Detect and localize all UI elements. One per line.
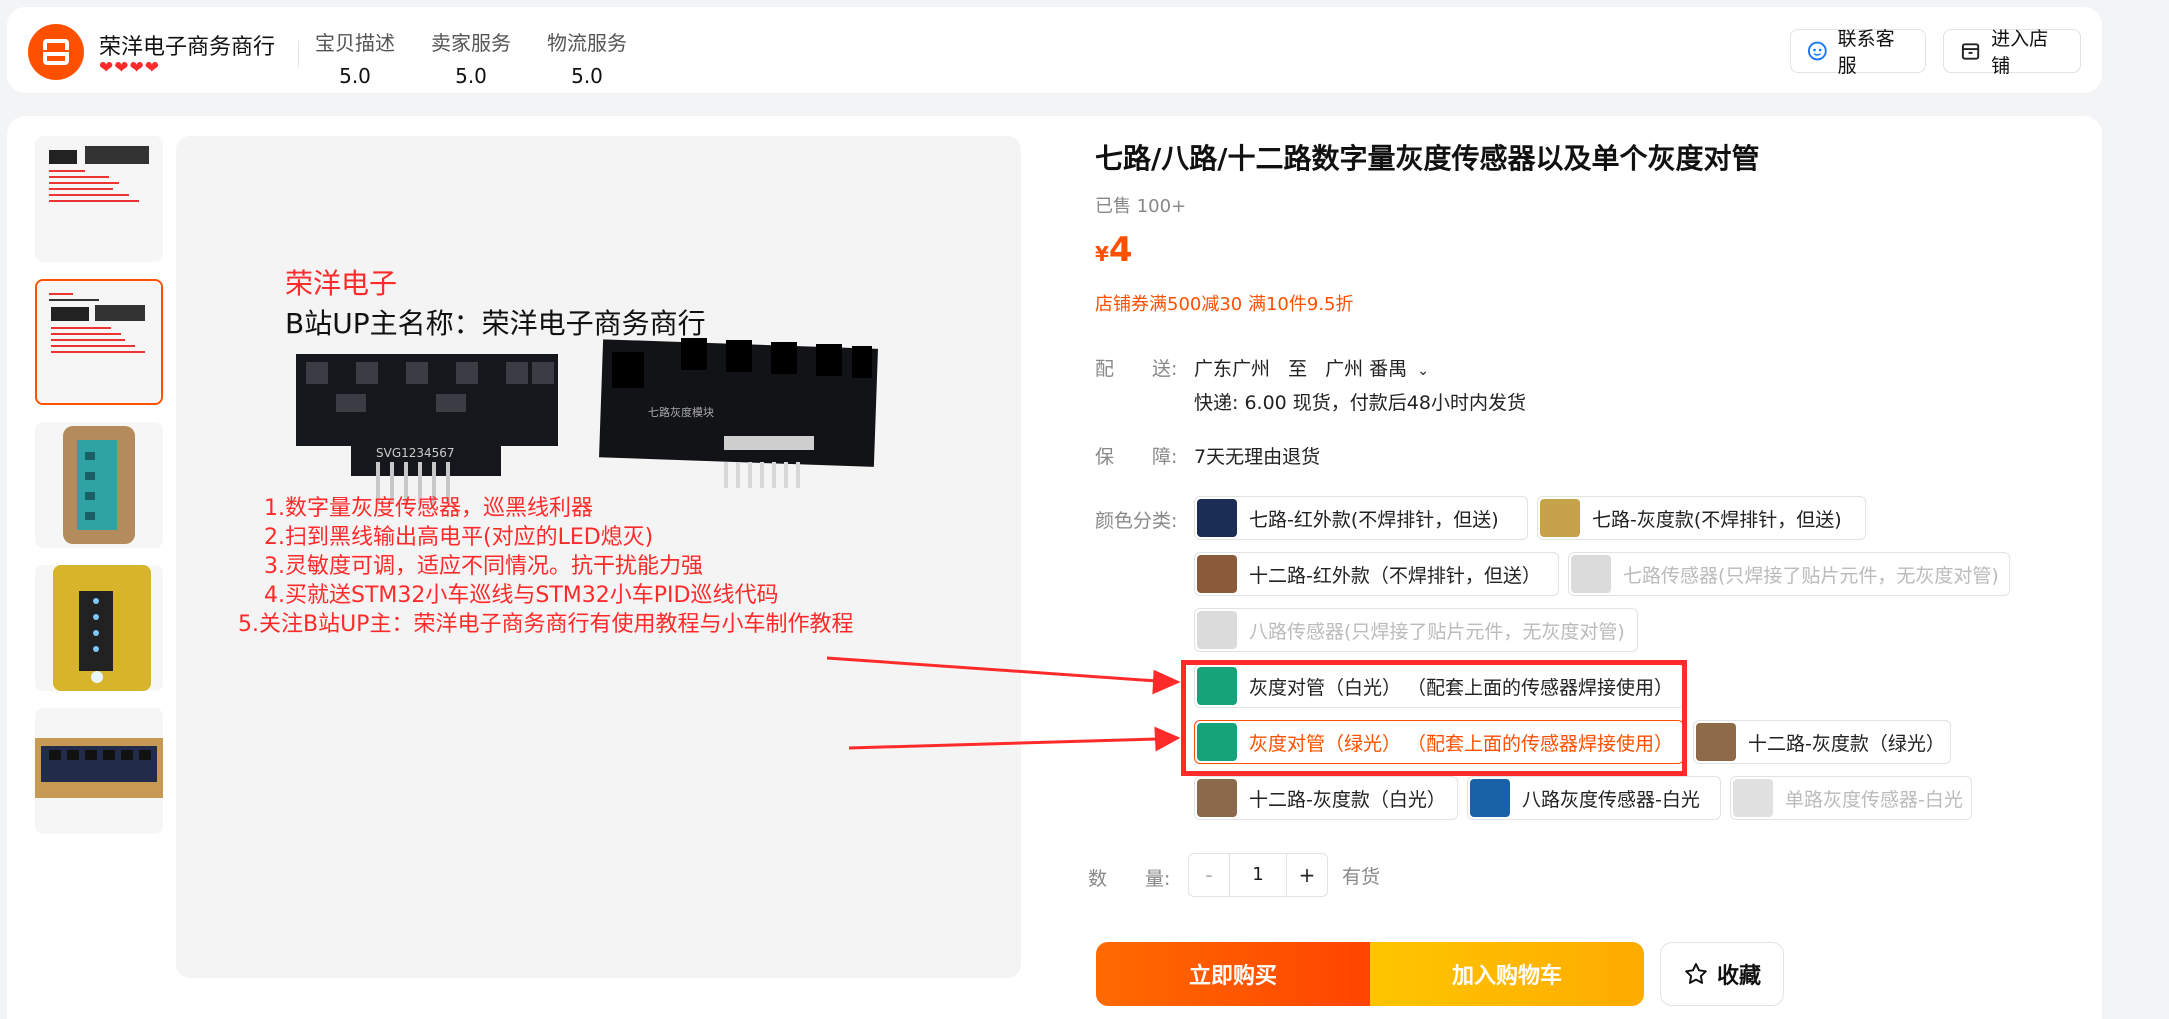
heart-icon: ❤ — [99, 58, 114, 78]
quantity-input[interactable]: 1 — [1230, 853, 1286, 897]
score-label: 物流服务 — [547, 31, 627, 55]
shipping-info: 快递: 6.00 现货，付款后48小时内发货 — [1194, 392, 1526, 414]
customer-service-icon — [1807, 41, 1827, 61]
store-icon — [1961, 43, 1980, 60]
purchase-buttons: 立即购买 加入购物车 — [1096, 942, 1644, 1006]
sku-label: 七路-灰度款(不焊排针，但送) — [1592, 508, 1842, 531]
enter-shop-label: 进入店铺 — [1991, 28, 2049, 77]
shop-name[interactable]: 荣洋电子商务商行 — [99, 29, 275, 61]
contact-service-button[interactable]: 联系客服 — [1790, 28, 1926, 77]
sku-option[interactable]: 八路灰度传感器-白光 — [1467, 776, 1721, 820]
sku-thumb — [1540, 499, 1580, 537]
product-title: 七路/八路/十二路数字量灰度传感器以及单个灰度对管 — [1095, 142, 1760, 175]
sku-option[interactable]: 七路-灰度款(不焊排针，但送) — [1537, 496, 1866, 540]
sku-label: 十二路-红外款（不焊排针，但送） — [1249, 564, 1541, 587]
sku-thumb — [1470, 779, 1510, 817]
price-value: 4 — [1108, 230, 1133, 270]
favorite-label: 收藏 — [1716, 964, 1761, 989]
chevron-down-icon: ⌄ — [1417, 363, 1429, 379]
sku-thumb — [1571, 555, 1611, 593]
delivery-to-word: 至 — [1288, 358, 1308, 380]
guarantee-label: 保 障: — [1095, 446, 1178, 468]
highlight-box — [1181, 660, 1687, 776]
sku-thumb — [1197, 555, 1237, 593]
sku-label: 七路传感器(只焊接了贴片元件，无灰度对管) — [1623, 564, 1999, 587]
sku-thumb — [1733, 779, 1773, 817]
score-logistics: 物流服务 5.0 — [542, 27, 632, 88]
sku-label: 单路灰度传感器-白光 — [1785, 788, 1963, 811]
product-card: 荣洋电子 B站UP主名称：荣洋电子商务商行 SVG1234567 七路灰度模块 … — [7, 116, 2102, 1019]
contact-service-label: 联系客服 — [1837, 28, 1895, 77]
promo-text[interactable]: 店铺券满500减30 满10件9.5折 — [1095, 290, 1354, 316]
increase-button[interactable]: + — [1286, 853, 1328, 897]
score-value: 5.0 — [455, 64, 487, 88]
delivery-route[interactable]: 广东广州 至 广州 番禺 ⌄ — [1194, 354, 1429, 381]
annotation-arrows — [826, 656, 1181, 752]
shop-rating-hearts: ❤ ❤ ❤ ❤ — [99, 60, 159, 77]
score-value: 5.0 — [339, 64, 371, 88]
decrease-button[interactable]: - — [1188, 853, 1230, 897]
shop-logo[interactable] — [28, 24, 84, 80]
delivery-from: 广东广州 — [1194, 358, 1271, 380]
heart-icon: ❤ — [144, 58, 159, 78]
divider — [298, 41, 299, 67]
sku-label: 八路传感器(只焊接了贴片元件，无灰度对管) — [1249, 620, 1625, 643]
quantity-stepper: - 1 + 有货 — [1188, 853, 1380, 897]
delivery-label: 配 送: — [1095, 358, 1178, 380]
score-description: 宝贝描述 5.0 — [310, 27, 400, 88]
star-icon — [1685, 963, 1707, 984]
score-label: 宝贝描述 — [315, 31, 395, 55]
add-to-cart-button[interactable]: 加入购物车 — [1370, 942, 1644, 1006]
sku-label: 十二路-灰度款（白光） — [1249, 788, 1446, 811]
sku-option-disabled[interactable]: 八路传感器(只焊接了贴片元件，无灰度对管) — [1194, 608, 1638, 652]
shop-header: 荣洋电子商务商行 ❤ ❤ ❤ ❤ 宝贝描述 5.0 卖家服务 5.0 物流服务 … — [7, 7, 2102, 93]
color-label: 颜色分类: — [1095, 510, 1178, 532]
sold-count: 已售 100+ — [1095, 196, 1187, 217]
sku-option-disabled[interactable]: 七路传感器(只焊接了贴片元件，无灰度对管) — [1568, 552, 2010, 596]
sku-option[interactable]: 七路-红外款(不焊排针，但送) — [1194, 496, 1528, 540]
score-value: 5.0 — [571, 64, 603, 88]
favorite-button[interactable]: 收藏 — [1660, 942, 1784, 1006]
enter-shop-button[interactable]: 进入店铺 — [1943, 28, 2081, 77]
sku-option[interactable]: 十二路-红外款（不焊排针，但送） — [1194, 552, 1559, 596]
score-label: 卖家服务 — [431, 31, 511, 55]
sku-label: 八路灰度传感器-白光 — [1522, 788, 1700, 811]
sku-thumb — [1197, 611, 1237, 649]
sku-option[interactable]: 十二路-灰度款（绿光） — [1693, 720, 1951, 764]
heart-icon: ❤ — [114, 58, 129, 78]
buy-now-button[interactable]: 立即购买 — [1096, 942, 1370, 1006]
heart-icon: ❤ — [129, 58, 144, 78]
currency-symbol: ¥ — [1095, 242, 1109, 266]
price: ¥4 — [1095, 230, 1133, 270]
quantity-label: 数 量: — [1088, 868, 1171, 890]
sku-label: 七路-红外款(不焊排针，但送) — [1249, 508, 1499, 531]
delivery-to: 广州 番禺 — [1325, 358, 1408, 380]
sku-label: 十二路-灰度款（绿光） — [1748, 732, 1945, 755]
sku-thumb — [1197, 499, 1237, 537]
guarantee-value[interactable]: 7天无理由退货 — [1194, 442, 1320, 469]
stock-status: 有货 — [1342, 865, 1381, 888]
score-service: 卖家服务 5.0 — [426, 27, 516, 88]
sku-thumb — [1197, 779, 1237, 817]
sku-thumb — [1696, 723, 1736, 761]
sku-option[interactable]: 十二路-灰度款（白光） — [1194, 776, 1458, 820]
sku-option-disabled[interactable]: 单路灰度传感器-白光 — [1730, 776, 1972, 820]
